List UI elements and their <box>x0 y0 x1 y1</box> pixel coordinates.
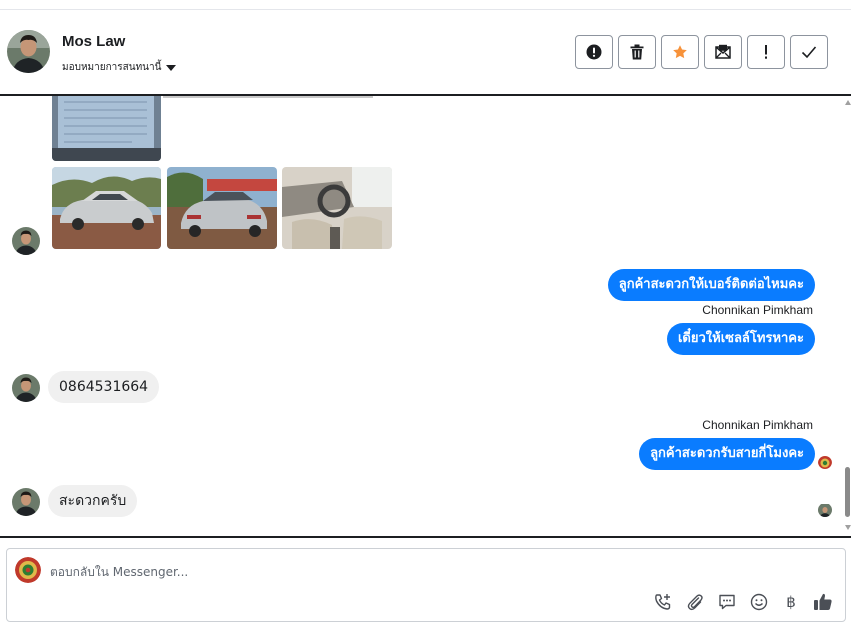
smiley-icon <box>750 593 768 611</box>
mark-follow-up-button[interactable] <box>747 35 785 69</box>
mark-spam-button[interactable] <box>575 35 613 69</box>
message-bubble-outgoing[interactable]: ลูกค้าสะดวกรับสายกี่โมงคะ <box>639 438 815 470</box>
contact-avatar-small[interactable] <box>12 227 40 255</box>
reply-input[interactable] <box>50 561 650 583</box>
composer-divider <box>0 536 851 538</box>
contact-avatar[interactable] <box>7 30 50 73</box>
caret-down-icon <box>166 64 177 71</box>
scroll-down-arrow-icon[interactable] <box>845 525 851 530</box>
scroll-up-arrow-icon[interactable] <box>845 100 851 105</box>
check-icon <box>801 46 817 59</box>
payment-button[interactable]: ฿ <box>781 592 801 612</box>
message-bubble-outgoing[interactable]: ลูกค้าสะดวกให้เบอร์ติดต่อไหมคะ <box>607 269 815 301</box>
like-button[interactable] <box>813 592 833 612</box>
trash-icon <box>630 44 644 60</box>
star-button[interactable] <box>661 35 699 69</box>
page-avatar <box>15 557 41 583</box>
conversation-header: Mos Law มอบหมายการสนทนานี้ <box>0 10 851 96</box>
attachment-image-car-front[interactable] <box>52 167 161 249</box>
message-composer: ฿ <box>6 548 846 622</box>
sender-name: Chonnikan Pimkham <box>702 418 813 432</box>
exclamation-icon <box>765 45 767 59</box>
phone-plus-icon <box>655 594 671 610</box>
paperclip-icon <box>687 594 703 611</box>
star-icon <box>673 45 687 59</box>
saved-replies-button[interactable] <box>717 592 737 612</box>
thumbs-up-icon <box>814 593 832 610</box>
attachment-image-car-rear[interactable] <box>167 167 277 249</box>
assign-conversation-dropdown[interactable]: มอบหมายการสนทนานี้ <box>62 60 177 75</box>
page-seen-indicator <box>818 455 832 469</box>
call-button[interactable] <box>653 592 673 612</box>
attach-file-button[interactable] <box>685 592 705 612</box>
attachment-image-car-interior[interactable] <box>282 167 392 249</box>
header-actions <box>575 35 828 69</box>
move-to-done-mail-button[interactable] <box>704 35 742 69</box>
chat-bubble-icon <box>719 594 735 610</box>
contact-name: Mos Law <box>62 33 126 50</box>
mail-blocked-icon <box>715 44 731 59</box>
delete-button[interactable] <box>618 35 656 69</box>
baht-icon: ฿ <box>786 593 796 611</box>
assign-label: มอบหมายการสนทนานี้ <box>62 62 162 73</box>
scrollbar-thumb[interactable] <box>845 467 850 517</box>
alert-circle-icon <box>586 44 602 60</box>
contact-avatar-small[interactable] <box>12 488 40 516</box>
message-bubble-incoming[interactable]: สะดวกครับ <box>48 485 138 517</box>
message-bubble-outgoing[interactable]: เดี๋ยวให้เซลล์โทรหาคะ <box>666 323 815 355</box>
composer-tools: ฿ <box>653 592 833 612</box>
attachment-image-document[interactable] <box>52 96 161 161</box>
attachment-image-partial-edge <box>163 96 373 98</box>
mark-done-button[interactable] <box>790 35 828 69</box>
emoji-button[interactable] <box>749 592 769 612</box>
sender-name: Chonnikan Pimkham <box>702 303 813 317</box>
conversation-thread[interactable]: ลูกค้าสะดวกให้เบอร์ติดต่อไหมคะ Chonnikan… <box>0 96 851 536</box>
contact-avatar-small[interactable] <box>12 374 40 402</box>
message-bubble-incoming[interactable]: 0864531664 <box>48 371 160 403</box>
contact-seen-indicator <box>818 503 832 517</box>
